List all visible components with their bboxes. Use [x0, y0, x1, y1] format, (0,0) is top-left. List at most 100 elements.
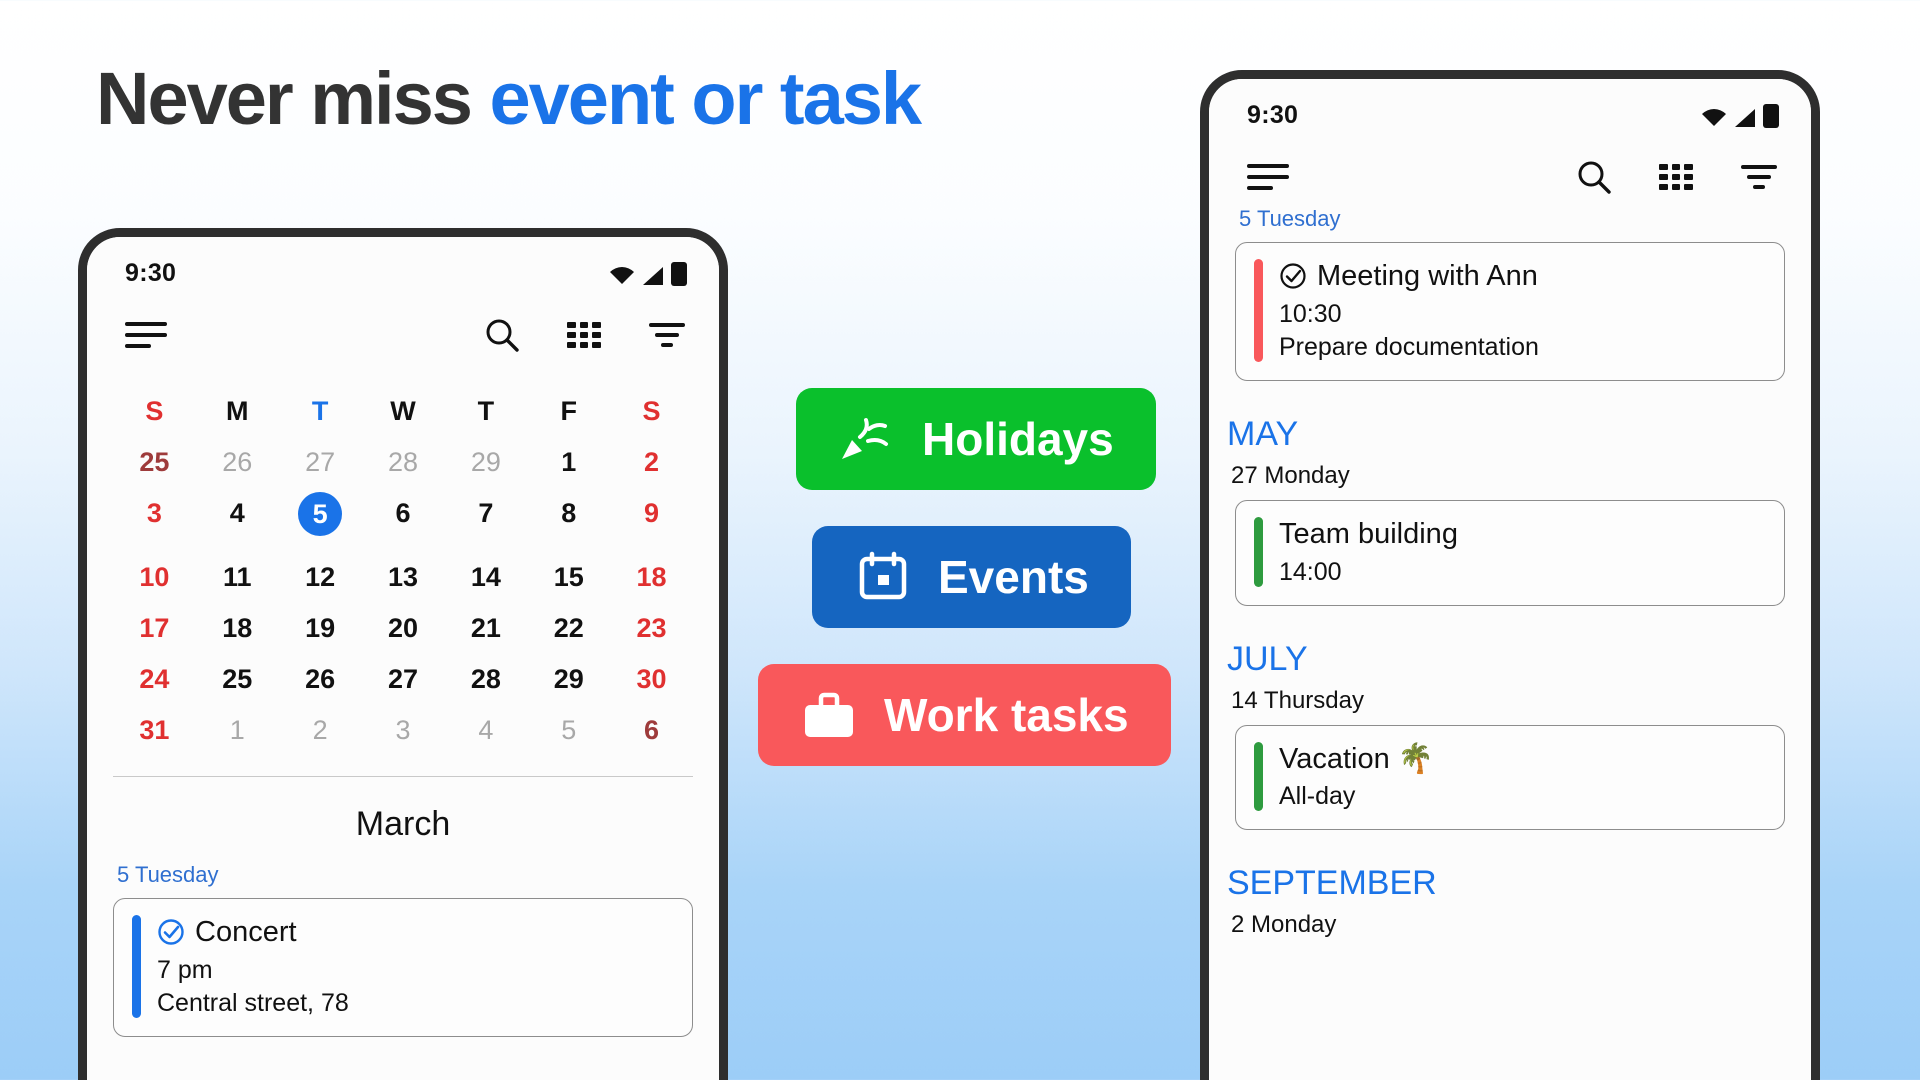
calendar-day-26[interactable]: 26 [279, 654, 362, 705]
left-status-bar: 9:30 [87, 237, 719, 288]
event-title-row: Vacation 🌴 [1279, 742, 1766, 777]
filter-icon[interactable] [1741, 164, 1777, 190]
calendar-week-row: 3456789 [113, 488, 693, 552]
event-time: All-day [1279, 782, 1356, 811]
grid-view-icon[interactable] [1659, 164, 1693, 190]
calendar-day-26[interactable]: 26 [196, 437, 279, 488]
signal-icon [643, 266, 663, 285]
calendar-day-14[interactable]: 14 [444, 552, 527, 603]
calendar-day-13[interactable]: 13 [362, 552, 445, 603]
calendar-day-25[interactable]: 25 [196, 654, 279, 705]
calendar-week-row: 31 1 2 3 4 5 6 [113, 705, 693, 756]
calendar-day-1[interactable]: 1 [196, 705, 279, 756]
calendar-day-21[interactable]: 21 [444, 603, 527, 654]
filter-icon[interactable] [649, 322, 685, 348]
calendar-day-4[interactable]: 4 [444, 705, 527, 756]
hamburger-menu-icon[interactable] [1247, 162, 1289, 192]
calendar-day-18[interactable]: 18 [196, 603, 279, 654]
calendar-day-6[interactable]: 6 [610, 705, 693, 756]
holidays-button[interactable]: Holidays [796, 388, 1156, 490]
event-color-bar [1254, 741, 1263, 812]
calendar-day-10[interactable]: 10 [113, 552, 196, 603]
weekday-tue: T [311, 396, 329, 426]
agenda-day-label: 27 Monday [1231, 461, 1350, 489]
event-card-concert[interactable]: Concert 7 pm Central street, 78 [113, 898, 693, 1037]
calendar-day-23[interactable]: 23 [610, 603, 693, 654]
calendar-day-3[interactable]: 3 [362, 705, 445, 756]
calendar-day-5[interactable]: 5 [527, 705, 610, 756]
calendar-day-20[interactable]: 20 [362, 603, 445, 654]
work-tasks-label: Work tasks [884, 689, 1129, 741]
calendar-day-12[interactable]: 12 [279, 552, 362, 603]
calendar-day-19[interactable]: 19 [279, 603, 362, 654]
calendar-day-28[interactable]: 28 [444, 654, 527, 705]
weekday-sun: S [145, 396, 164, 426]
hamburger-menu-icon[interactable] [125, 320, 167, 350]
left-day-label: 5 Tuesday [117, 862, 219, 887]
agenda-event-card[interactable]: Team building 14:00 [1235, 499, 1785, 606]
calendar-day-2[interactable]: 2 [610, 437, 693, 488]
event-title-row: Meeting with Ann [1279, 259, 1766, 294]
calendar-day-8[interactable]: 8 [527, 488, 610, 552]
phone-left: 9:30 S M T W T F S 25 26 27 28 29 1 2 3 … [78, 228, 728, 1080]
right-screen: 9:30 5 Tuesday Meeting with Ann 10:30 Pr… [1209, 79, 1811, 1080]
calendar-day-15[interactable]: 15 [527, 552, 610, 603]
category-buttons: Holidays Events Work tasks [758, 388, 1171, 766]
event-color-bar [1254, 516, 1263, 587]
calendar-day-11[interactable]: 11 [196, 552, 279, 603]
calendar-day-1[interactable]: 1 [527, 437, 610, 488]
agenda-month-header: MAY [1227, 414, 1299, 453]
search-icon[interactable] [485, 318, 519, 352]
calendar-day-29[interactable]: 29 [444, 437, 527, 488]
calendar-day-27[interactable]: 27 [362, 654, 445, 705]
calendar-day-29[interactable]: 29 [527, 654, 610, 705]
event-body: Vacation 🌴 All-day [1279, 742, 1766, 812]
search-icon[interactable] [1577, 160, 1611, 194]
calendar-day-5[interactable]: 5 [279, 488, 362, 552]
agenda-day-label: 5 Tuesday [1239, 206, 1341, 231]
grid-view-icon[interactable] [567, 322, 601, 348]
wifi-icon [1702, 108, 1726, 126]
calendar-day-4[interactable]: 4 [196, 488, 279, 552]
calendar-day-2[interactable]: 2 [279, 705, 362, 756]
agenda-event-card[interactable]: Meeting with Ann 10:30 Prepare documentati… [1235, 242, 1785, 381]
calendar-day-17[interactable]: 17 [113, 603, 196, 654]
weekday-wed: W [390, 396, 416, 426]
calendar-weekday-header: S M T W T F S [113, 386, 693, 437]
event-title-row: Team building [1279, 517, 1766, 552]
calendar-day-28[interactable]: 28 [362, 437, 445, 488]
holidays-label: Holidays [922, 413, 1114, 465]
calendar-day-18[interactable]: 18 [610, 552, 693, 603]
event-body: Concert 7 pm Central street, 78 [157, 915, 674, 1018]
calendar-day-30[interactable]: 30 [610, 654, 693, 705]
calendar-icon [859, 551, 907, 600]
weekday-thu: T [477, 396, 495, 426]
calendar-day-9[interactable]: 9 [610, 488, 693, 552]
battery-icon [671, 261, 687, 286]
work-tasks-button[interactable]: Work tasks [758, 664, 1171, 766]
briefcase-icon [805, 692, 853, 737]
status-time: 9:30 [125, 259, 177, 287]
left-appbar-actions [485, 318, 685, 352]
calendar-day-3[interactable]: 3 [113, 488, 196, 552]
right-appbar-actions [1577, 160, 1777, 194]
page-title: Never miss event or task [96, 62, 922, 136]
calendar-day-25[interactable]: 25 [113, 437, 196, 488]
event-time: 14:00 [1279, 557, 1342, 586]
status-time: 9:30 [1247, 101, 1299, 129]
right-app-bar [1209, 130, 1811, 194]
weekday-sat: S [642, 396, 661, 426]
battery-icon [1763, 103, 1779, 128]
events-button[interactable]: Events [812, 526, 1131, 628]
agenda-event-card[interactable]: Vacation 🌴 All-day [1235, 724, 1785, 831]
phone-right: 9:30 5 Tuesday Meeting with Ann 10:30 Pr… [1200, 70, 1820, 1080]
month-title: March [355, 805, 451, 843]
calendar-day-24[interactable]: 24 [113, 654, 196, 705]
calendar-day-7[interactable]: 7 [444, 488, 527, 552]
calendar-day-22[interactable]: 22 [527, 603, 610, 654]
calendar-day-27[interactable]: 27 [279, 437, 362, 488]
calendar-day-31[interactable]: 31 [113, 705, 196, 756]
event-title: Vacation 🌴 [1279, 742, 1434, 775]
calendar-day-6[interactable]: 6 [362, 488, 445, 552]
agenda-day-label: 2 Monday [1231, 911, 1337, 939]
